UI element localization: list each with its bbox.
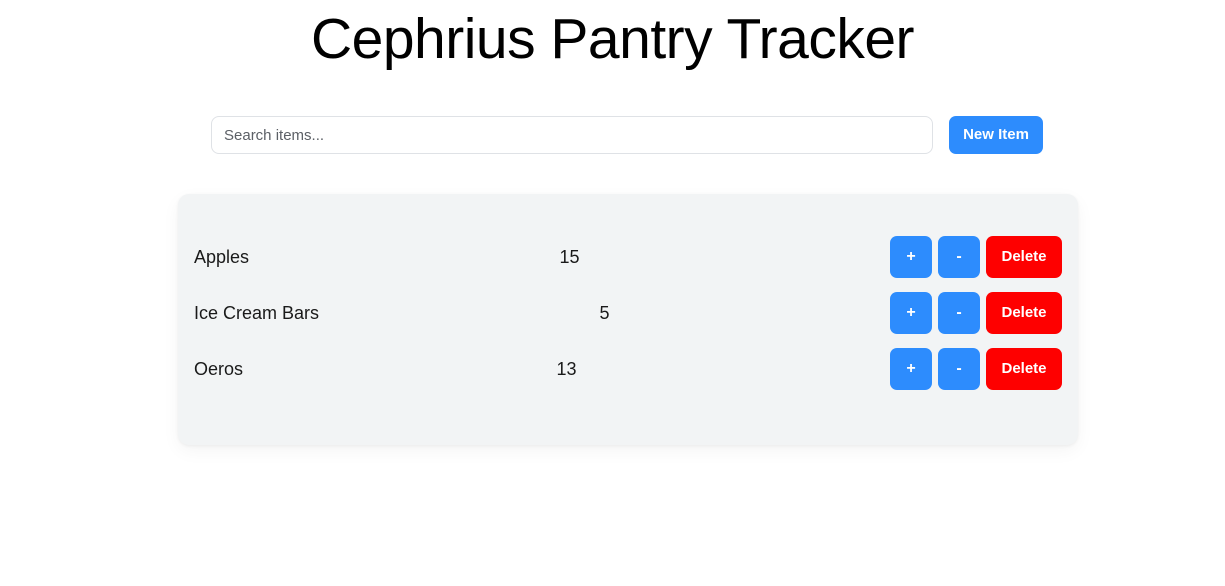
delete-button[interactable]: Delete bbox=[986, 348, 1062, 390]
delete-button[interactable]: Delete bbox=[986, 236, 1062, 278]
item-list-card: Apples 15 + - Delete Ice Cream Bars 5 + … bbox=[178, 194, 1078, 445]
increment-button[interactable]: + bbox=[890, 348, 932, 390]
item-name: Ice Cream Bars bbox=[194, 303, 320, 323]
item-actions: + - Delete bbox=[890, 236, 1062, 278]
table-row: Oeros 13 + - Delete bbox=[178, 348, 1078, 390]
increment-button[interactable]: + bbox=[890, 236, 932, 278]
item-quantity-cell: 15 bbox=[249, 246, 890, 268]
table-row: Ice Cream Bars 5 + - Delete bbox=[178, 292, 1078, 334]
delete-button[interactable]: Delete bbox=[986, 292, 1062, 334]
increment-button[interactable]: + bbox=[890, 292, 932, 334]
decrement-button[interactable]: - bbox=[938, 348, 980, 390]
item-list: Apples 15 + - Delete Ice Cream Bars 5 + … bbox=[178, 236, 1078, 390]
decrement-button[interactable]: - bbox=[938, 236, 980, 278]
page-title: Cephrius Pantry Tracker bbox=[310, 7, 915, 71]
item-quantity-cell: 13 bbox=[243, 358, 890, 380]
item-name: Oeros bbox=[194, 359, 244, 379]
item-actions: + - Delete bbox=[890, 292, 1062, 334]
pantry-tracker-page: Cephrius Pantry Tracker New Item Apples … bbox=[0, 0, 1225, 586]
item-actions: + - Delete bbox=[890, 348, 1062, 390]
decrement-button[interactable]: - bbox=[938, 292, 980, 334]
item-quantity: 5 bbox=[599, 303, 610, 323]
new-item-button[interactable]: New Item bbox=[949, 116, 1043, 154]
item-quantity: 15 bbox=[559, 247, 580, 267]
item-name: Apples bbox=[194, 247, 250, 267]
search-input[interactable] bbox=[211, 116, 933, 154]
table-row: Apples 15 + - Delete bbox=[178, 236, 1078, 278]
item-quantity-cell: 5 bbox=[319, 302, 890, 324]
toolbar: New Item bbox=[211, 116, 1043, 154]
item-quantity: 13 bbox=[556, 359, 577, 379]
